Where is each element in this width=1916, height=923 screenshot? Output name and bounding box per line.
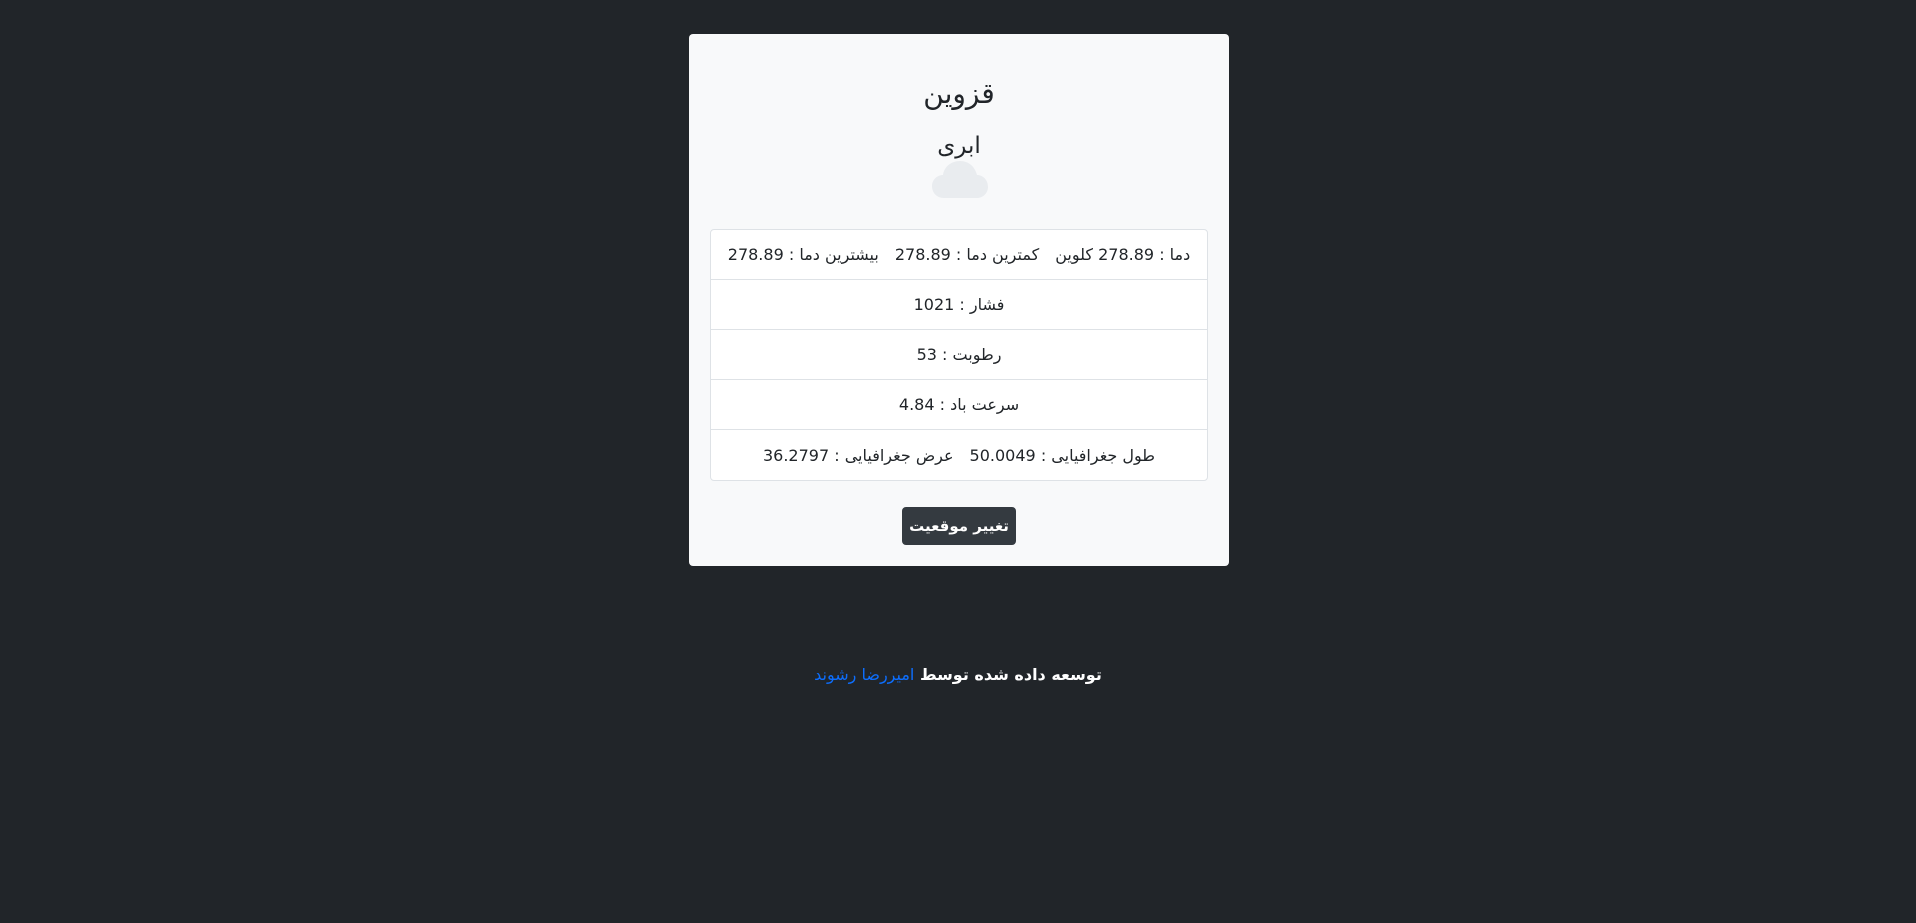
wind-speed-row: سرعت باد : 4.84 bbox=[711, 380, 1207, 430]
temperature-max-label: بیشترین دما : bbox=[788, 245, 879, 264]
temperature-value: 278.89 bbox=[1098, 245, 1155, 264]
pressure-row: فشار : 1021 bbox=[711, 280, 1207, 330]
temperature-min-item: کمترین دما : 278.89 bbox=[895, 245, 1039, 264]
weather-card: قزوین ابری دما : 278.89 کلوین کمترین دما… bbox=[689, 34, 1229, 566]
footer-text: توسعه داده شده توسط bbox=[919, 665, 1102, 684]
humidity-item: رطوبت : 53 bbox=[917, 345, 1002, 364]
longitude-item: طول جغرافیایی : 50.0049 bbox=[970, 446, 1155, 465]
latitude-label: عرض جغرافیایی : bbox=[834, 445, 954, 465]
pressure-item: فشار : 1021 bbox=[914, 295, 1005, 314]
footer: توسعه داده شده توسط امیررضا رشوند bbox=[0, 665, 1916, 684]
weather-details-list: دما : 278.89 کلوین کمترین دما : 278.89 ب… bbox=[710, 229, 1208, 481]
cloud-icon bbox=[932, 161, 988, 198]
pressure-label: فشار : bbox=[959, 295, 1005, 314]
temperature-max-item: بیشترین دما : 278.89 bbox=[728, 245, 879, 264]
longitude-label: طول جغرافیایی : bbox=[1040, 445, 1156, 465]
humidity-label: رطوبت : bbox=[942, 345, 1002, 364]
latitude-value: 36.2797 bbox=[762, 445, 830, 465]
temperature-label: دما : bbox=[1159, 245, 1191, 264]
humidity-value: 53 bbox=[916, 345, 937, 364]
pressure-value: 1021 bbox=[913, 295, 955, 314]
temperature-unit: کلوین bbox=[1055, 245, 1094, 264]
longitude-value: 50.0049 bbox=[969, 445, 1036, 465]
city-name: قزوین bbox=[923, 77, 995, 110]
temperature-item: دما : 278.89 کلوین bbox=[1055, 245, 1190, 264]
change-location-button[interactable]: تغییر موقعیت bbox=[902, 507, 1016, 545]
wind-speed-value: 4.84 bbox=[898, 395, 935, 414]
latitude-item: عرض جغرافیایی : 36.2797 bbox=[763, 446, 954, 465]
temperature-min-value: 278.89 bbox=[894, 245, 951, 264]
wind-speed-label: سرعت باد : bbox=[939, 395, 1020, 414]
temperature-min-label: کمترین دما : bbox=[955, 245, 1040, 264]
weather-condition: ابری bbox=[937, 133, 981, 159]
temperature-max-value: 278.89 bbox=[727, 245, 784, 264]
temperature-row: دما : 278.89 کلوین کمترین دما : 278.89 ب… bbox=[711, 230, 1207, 280]
author-link[interactable]: امیررضا رشوند bbox=[814, 665, 914, 684]
wind-speed-item: سرعت باد : 4.84 bbox=[899, 395, 1019, 414]
coordinates-row: طول جغرافیایی : 50.0049 عرض جغرافیایی : … bbox=[711, 430, 1207, 480]
humidity-row: رطوبت : 53 bbox=[711, 330, 1207, 380]
